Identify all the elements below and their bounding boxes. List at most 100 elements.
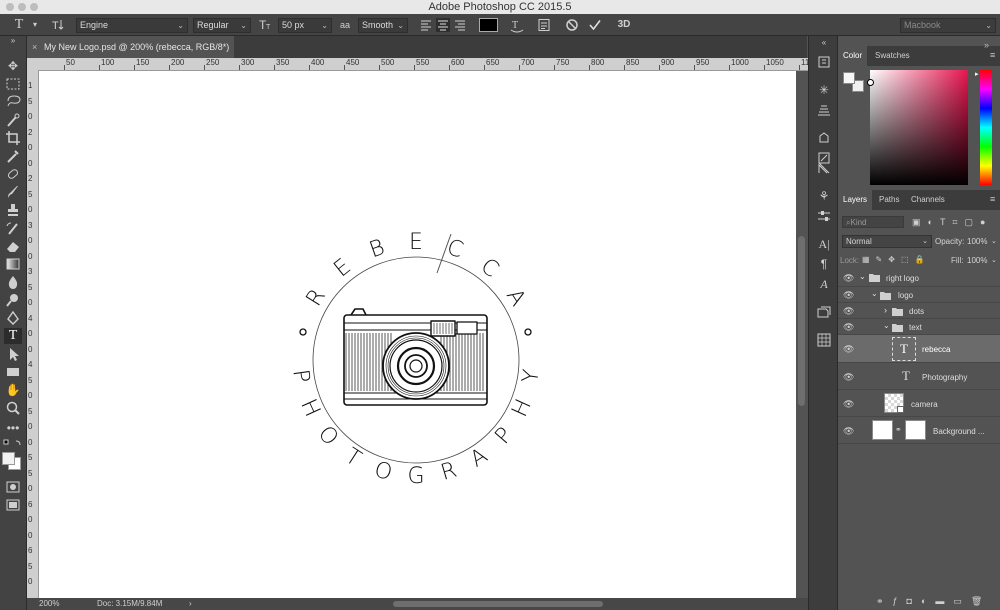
layer-row-rebecca[interactable]: 👁 T rebecca xyxy=(838,335,1000,363)
document-tab[interactable]: × My New Logo.psd @ 200% (rebecca, RGB/8… xyxy=(27,36,234,74)
type-tool-icon[interactable]: T xyxy=(4,328,22,344)
horizontal-scroll-thumb[interactable] xyxy=(393,601,603,607)
type-tool-preset-icon[interactable]: T xyxy=(8,14,30,36)
expand-chevron-down-icon[interactable]: ⌄ xyxy=(871,289,878,298)
visibility-eye-icon[interactable]: 👁 xyxy=(843,322,854,333)
styles-panel-icon[interactable] xyxy=(816,130,832,146)
brush-tool-icon[interactable] xyxy=(4,184,22,200)
visibility-eye-icon[interactable]: 👁 xyxy=(843,426,854,437)
vertical-scrollbar[interactable] xyxy=(796,71,808,598)
layer-row-background[interactable]: 👁 ⚭ Background ... xyxy=(838,417,1000,444)
layers-panel-footer-icons[interactable]: ⚭ƒ◘◐▬▭🗑 xyxy=(876,595,998,607)
opacity-chevron-icon[interactable]: ⌄ xyxy=(991,237,997,245)
layer-row-right-logo[interactable]: 👁 ⌄ right logo xyxy=(838,269,1000,287)
fill-chevron-icon[interactable]: ⌄ xyxy=(991,256,997,264)
foreground-color-swatch[interactable] xyxy=(2,452,15,465)
paragraph-panel-icon[interactable]: ¶ xyxy=(816,256,832,272)
antialias-select[interactable]: Smooth ⌄ xyxy=(358,18,408,33)
character-panel-icon[interactable] xyxy=(537,18,551,32)
crop-tool-icon[interactable] xyxy=(4,130,22,146)
horizontal-ruler[interactable]: 50 100 150 200 250 300 350 400 450 500 550 600 650 70… xyxy=(39,58,818,71)
tool-presets-panel-icon[interactable]: ⚘ xyxy=(816,188,832,204)
vertical-ruler[interactable]: 1 5 0 2 0 0 2 5 0 3 0 0 3 5 0 4 0 0 4 5 0 5 0 0 5 5 0 6 0 0 6 5 0 xyxy=(27,70,39,598)
color-panel-collapse-icon[interactable]: » xyxy=(984,40,989,50)
layers-panel-menu-icon[interactable]: ≡ xyxy=(990,194,995,204)
collapse-panels-icon[interactable]: « xyxy=(816,35,832,51)
align-center-icon[interactable] xyxy=(436,18,450,32)
visibility-eye-icon[interactable]: 👁 xyxy=(843,399,854,410)
vertical-scroll-thumb[interactable] xyxy=(798,236,805,406)
color-picker-handle[interactable] xyxy=(867,79,874,86)
screen-mode-icon[interactable] xyxy=(4,497,22,513)
fill-value[interactable]: 100% xyxy=(967,256,987,265)
workspace-select[interactable]: Macbook ⌄ xyxy=(900,18,996,33)
rectangle-tool-icon[interactable] xyxy=(4,364,22,380)
history-panel-icon[interactable] xyxy=(816,54,832,70)
gradient-tool-icon[interactable] xyxy=(4,256,22,272)
tab-layers[interactable]: Layers xyxy=(838,190,873,210)
document-size-info[interactable]: Doc: 3.15M/9.84M xyxy=(97,598,162,610)
layer-mask-thumbnail[interactable] xyxy=(905,420,926,440)
blur-tool-icon[interactable] xyxy=(4,274,22,290)
visibility-eye-icon[interactable]: 👁 xyxy=(843,344,854,355)
pen-tool-icon[interactable] xyxy=(4,310,22,326)
layer-row-photography[interactable]: 👁 T Photography xyxy=(838,363,1000,390)
layer-comps-panel-icon[interactable] xyxy=(816,304,832,320)
close-tab-icon[interactable]: × xyxy=(32,36,37,58)
layer-row-logo[interactable]: 👁 ⌄ logo xyxy=(838,287,1000,303)
tab-channels[interactable]: Channels xyxy=(906,190,950,210)
more-tools-icon[interactable]: ••• xyxy=(4,420,22,436)
document-canvas[interactable]: REBECCA PHOTOGRAPHY xyxy=(39,71,796,598)
warp-text-icon[interactable]: T xyxy=(509,17,525,33)
layer-row-dots[interactable]: 👁 › dots xyxy=(838,303,1000,319)
layer-row-text[interactable]: 👁 ⌄ text xyxy=(838,319,1000,335)
channels-grid-panel-icon[interactable] xyxy=(816,332,832,348)
text-color-swatch[interactable] xyxy=(479,18,498,32)
visibility-eye-icon[interactable]: 👁 xyxy=(843,273,854,284)
hue-slider-handle[interactable]: ▸ xyxy=(975,70,979,78)
font-size-select[interactable]: 50 px ⌄ xyxy=(278,18,332,33)
eyedropper-tool-icon[interactable] xyxy=(4,148,22,164)
zoom-level[interactable]: 200% xyxy=(39,598,59,610)
lasso-tool-icon[interactable] xyxy=(4,94,22,110)
clone-stamp-tool-icon[interactable] xyxy=(4,202,22,218)
path-selection-tool-icon[interactable] xyxy=(4,346,22,362)
libraries-panel-icon[interactable] xyxy=(816,102,832,118)
text-orientation-icon[interactable]: T xyxy=(50,14,66,36)
zoom-tool-icon[interactable] xyxy=(4,400,22,416)
align-left-icon[interactable] xyxy=(419,18,433,32)
hue-slider[interactable]: ▸ xyxy=(975,70,992,185)
hand-tool-icon[interactable]: ✋ xyxy=(4,382,22,398)
tab-color[interactable]: Color xyxy=(838,46,868,66)
visibility-eye-icon[interactable]: 👁 xyxy=(843,372,854,383)
3d-button[interactable]: 3D xyxy=(615,14,633,36)
lock-options-icons[interactable]: ▦✎✥⬚🔒 xyxy=(862,255,934,265)
preset-chevron-down-icon[interactable]: ▾ xyxy=(30,14,40,36)
color-panel-menu-icon[interactable]: ≡ xyxy=(990,50,995,60)
healing-brush-tool-icon[interactable] xyxy=(4,166,22,182)
history-brush-tool-icon[interactable] xyxy=(4,220,22,236)
opacity-value[interactable]: 100% xyxy=(967,237,987,246)
visibility-eye-icon[interactable]: 👁 xyxy=(843,290,854,301)
quick-mask-icon[interactable] xyxy=(4,479,22,495)
commit-edits-icon[interactable] xyxy=(588,18,602,32)
adjustments-panel-icon[interactable]: ✳ xyxy=(816,82,832,98)
mask-link-icon[interactable]: ⚭ xyxy=(895,425,902,434)
eraser-tool-icon[interactable] xyxy=(4,238,22,254)
layer-filter-icons[interactable]: ▣◐T⌗▢● xyxy=(912,216,998,228)
tab-paths[interactable]: Paths xyxy=(874,190,904,210)
collapse-toolbar-icon[interactable]: » xyxy=(4,36,22,46)
color-panel-background-swatch[interactable] xyxy=(843,72,855,84)
brush-presets-panel-icon[interactable] xyxy=(816,208,832,224)
font-style-select[interactable]: Regular ⌄ xyxy=(193,18,251,33)
status-menu-chevron-icon[interactable]: › xyxy=(189,598,192,610)
marquee-tool-icon[interactable] xyxy=(4,76,22,92)
layer-row-camera[interactable]: 👁 camera xyxy=(838,390,1000,417)
expand-chevron-down-icon[interactable]: ⌄ xyxy=(883,321,890,330)
expand-chevron-right-icon[interactable]: › xyxy=(884,305,887,315)
expand-chevron-down-icon[interactable]: ⌄ xyxy=(859,272,866,281)
tab-swatches[interactable]: Swatches xyxy=(870,46,915,66)
layer-filter-kind-select[interactable]: ⌕Kind xyxy=(842,216,904,228)
align-right-icon[interactable] xyxy=(453,18,467,32)
visibility-eye-icon[interactable]: 👁 xyxy=(843,306,854,317)
